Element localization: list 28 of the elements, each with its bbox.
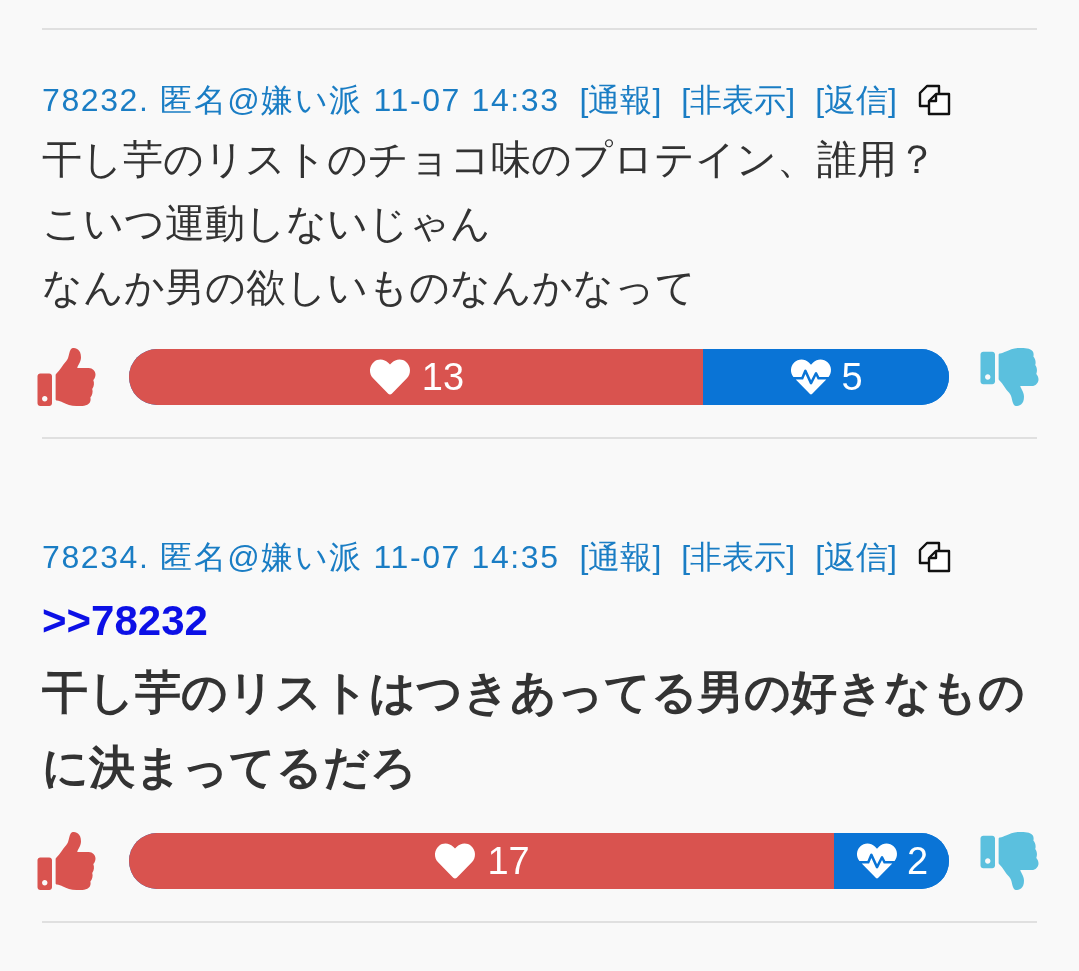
post-text-line: に決まってるだろ — [42, 740, 417, 795]
like-count: 13 — [421, 355, 465, 399]
post-text-line: こいつ運動しないじゃん — [42, 200, 491, 247]
post-meta: 78234. 匿名@嫌い派 11-07 14:35 — [42, 539, 560, 575]
thumbs-down-icon[interactable] — [979, 832, 1040, 890]
copy-icon[interactable] — [916, 541, 951, 573]
thumbs-down-icon[interactable] — [979, 348, 1040, 406]
action-link[interactable]: [通報] — [579, 539, 662, 575]
dislike-count: 2 — [907, 839, 929, 883]
heart-icon — [433, 841, 478, 881]
heartbeat-icon — [789, 357, 834, 397]
post-text-line: 干し芋のリストのチョコ味のプロテイン、誰用？ — [42, 136, 937, 183]
reply-link[interactable]: >>78232 — [42, 595, 208, 647]
heart-icon — [367, 357, 412, 397]
dislike-count: 5 — [841, 355, 863, 399]
post-text-line: なんか男の欲しいものなんかなって — [42, 264, 696, 311]
action-link[interactable]: [非表示] — [681, 82, 796, 118]
action-link[interactable]: [非表示] — [681, 539, 796, 575]
thumbs-up-icon[interactable] — [36, 832, 97, 890]
heartbeat-icon — [855, 841, 899, 881]
post-text-line: 干し芋のリストはつきあってる男の好きなもの — [42, 665, 1025, 720]
action-link[interactable]: [返信] — [815, 539, 897, 575]
like-count: 17 — [487, 839, 530, 883]
post-meta: 78232. 匿名@嫌い派 11-07 14:33 — [42, 82, 560, 118]
action-link[interactable]: [返信] — [815, 82, 897, 118]
thumbs-up-icon[interactable] — [36, 348, 97, 406]
copy-icon[interactable] — [916, 84, 951, 116]
action-link[interactable]: [通報] — [579, 82, 662, 118]
